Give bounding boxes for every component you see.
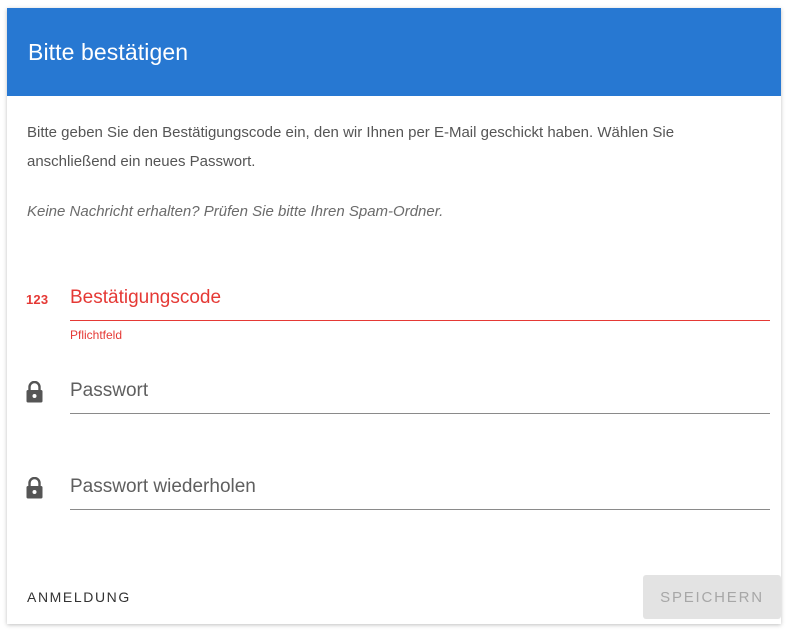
lock-icon [26,380,54,404]
dialog-footer: ANMELDUNG SPEICHERN [7,570,781,624]
verification-code-input[interactable] [70,276,770,321]
dialog-title: Bitte bestätigen [28,38,189,65]
instruction-text: Bitte geben Sie den Bestätigungscode ein… [27,124,675,170]
lock-icon [26,476,54,500]
password-field [26,369,771,415]
save-button[interactable]: SPEICHERN [643,575,781,619]
verification-code-field: 123 [26,276,771,322]
code-error-message: Pflichtfeld [70,328,123,342]
dialog-header: Bitte bestätigen [7,8,781,96]
confirm-dialog: Bitte bestätigen Bitte geben Sie den Bes… [7,8,781,624]
spam-hint-text: Keine Nachricht erhalten? Prüfen Sie bit… [27,203,444,220]
numeric-123-icon: 123 [26,291,49,307]
password-repeat-field [26,465,771,511]
login-button[interactable]: ANMELDUNG [17,579,141,615]
password-input[interactable] [70,369,770,414]
password-repeat-input[interactable] [70,465,770,510]
